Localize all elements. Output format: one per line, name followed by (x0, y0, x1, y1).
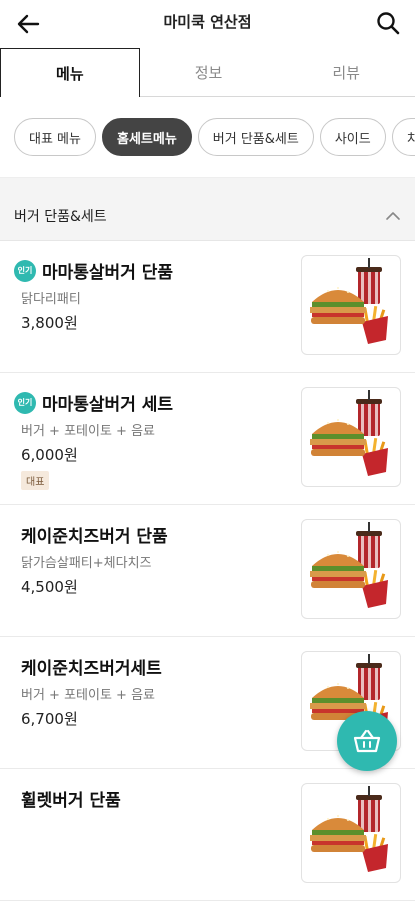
item-price: 6,700원 (21, 710, 78, 728)
chip-chicken[interactable]: 치킨 (391, 118, 415, 156)
menu-item[interactable]: 휠렛버거 단품 (0, 769, 415, 901)
item-description: 버거 + 포테이토 + 음료 (21, 688, 155, 703)
tab-review[interactable]: 리뷰 (277, 48, 415, 96)
item-name-row: 인기 마마통살버거 단품 (14, 258, 173, 283)
item-price: 6,000원 (21, 446, 78, 464)
popular-badge: 인기 (14, 259, 36, 282)
menu-list: 인기 마마통살버거 단품 닭다리패티 3,800원 인기 마마통살버거 세트 버… (0, 241, 415, 901)
burger-image (301, 783, 401, 883)
item-description: 닭다리패티 (21, 292, 81, 307)
item-name: 마마통살버거 세트 (42, 395, 174, 415)
item-price: 4,500원 (21, 578, 78, 596)
chevron-up-icon[interactable] (385, 208, 401, 224)
tab-info[interactable]: 정보 (140, 48, 278, 96)
item-name: 케이준치즈버거세트 (21, 659, 162, 679)
cart-button[interactable] (337, 711, 397, 771)
item-name: 마마통살버거 단품 (42, 263, 174, 283)
burger-set-image (301, 255, 401, 355)
tab-bar: 메뉴 정보 리뷰 (0, 48, 415, 97)
burger-set-image (301, 387, 401, 487)
item-description: 버거 + 포테이토 + 음료 (21, 424, 155, 439)
item-name-row: 인기 마마통살버거 세트 (14, 390, 173, 415)
section-title: 버거 단품&세트 (14, 209, 107, 225)
chip-side[interactable]: 사이드 (319, 118, 386, 156)
representative-tag: 대표 (21, 471, 50, 490)
item-name-row: 휠렛버거 단품 (21, 786, 121, 811)
item-price: 3,800원 (21, 314, 78, 332)
category-chips: 대표 메뉴 홈세트메뉴 버거 단품&세트 사이드 치킨 (0, 97, 415, 178)
menu-item[interactable]: 케이준치즈버거 단품 닭가슴살패티+체다치즈 4,500원 (0, 505, 415, 637)
app-header: 마미쿡 연산점 (0, 0, 415, 48)
item-name-row: 케이준치즈버거세트 (21, 654, 162, 679)
popular-badge: 인기 (14, 391, 36, 414)
item-name: 케이준치즈버거 단품 (21, 527, 168, 547)
basket-icon (353, 729, 381, 753)
menu-item[interactable]: 인기 마마통살버거 세트 버거 + 포테이토 + 음료 6,000원 대표 (0, 373, 415, 505)
item-description: 닭가슴살패티+체다치즈 (21, 556, 152, 571)
item-name-row: 케이준치즈버거 단품 (21, 522, 168, 547)
tab-menu[interactable]: 메뉴 (0, 48, 140, 97)
burger-set-image (301, 519, 401, 619)
item-name: 휠렛버거 단품 (21, 791, 121, 811)
chip-burger-single-set[interactable]: 버거 단품&세트 (197, 118, 314, 156)
chip-home-set-menu[interactable]: 홈세트메뉴 (101, 118, 192, 156)
menu-item[interactable]: 인기 마마통살버거 단품 닭다리패티 3,800원 (0, 241, 415, 373)
section-gap (0, 178, 415, 192)
page-title: 마미쿡 연산점 (163, 13, 252, 31)
search-icon[interactable] (375, 10, 401, 36)
chip-featured-menu[interactable]: 대표 메뉴 (14, 118, 96, 156)
section-header[interactable]: 버거 단품&세트 (0, 192, 415, 241)
